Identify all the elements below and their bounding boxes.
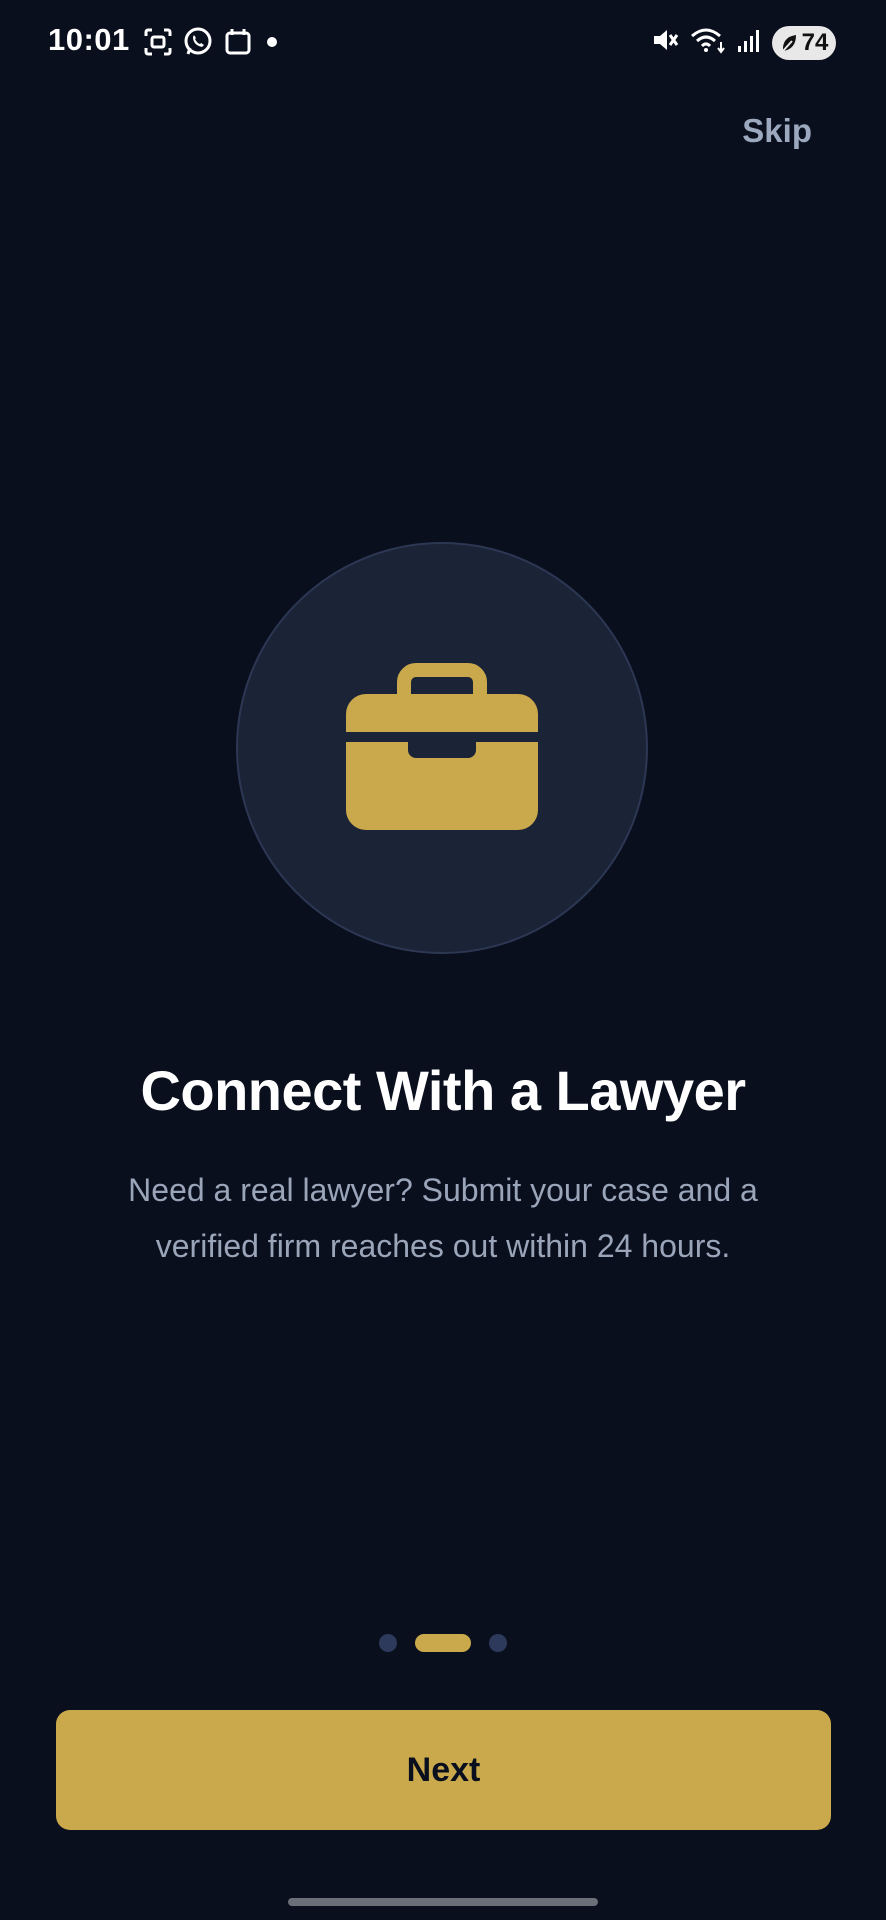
onboarding-screen: 10:01 74 Skip Connect With a Lawyer Need…	[0, 0, 886, 1920]
home-indicator[interactable]	[288, 1898, 598, 1906]
battery-level: 74	[801, 28, 829, 56]
calendar-icon	[222, 26, 254, 58]
hero-circle	[236, 542, 648, 954]
page-title: Connect With a Lawyer	[140, 1059, 746, 1122]
status-left-icons	[142, 26, 282, 58]
page-description: Need a real lawyer? Submit your case and…	[128, 1172, 758, 1264]
whatsapp-icon	[182, 26, 214, 58]
wifi-icon	[690, 24, 726, 61]
skip-button[interactable]: Skip	[742, 112, 812, 150]
briefcase-icon	[346, 662, 538, 835]
status-bar: 10:01 74	[0, 0, 886, 84]
status-right-icons: 74	[650, 24, 836, 61]
next-button[interactable]: Next	[56, 1710, 831, 1830]
mute-icon	[650, 24, 680, 61]
pager-dot-1[interactable]	[379, 1634, 397, 1652]
status-time: 10:01	[48, 22, 130, 57]
screenshot-icon	[142, 26, 174, 58]
signal-icon	[736, 24, 762, 61]
pager-dot-2-active[interactable]	[415, 1634, 471, 1652]
battery-icon: 74	[772, 25, 836, 60]
pager-dot-3[interactable]	[489, 1634, 507, 1652]
leaf-icon	[781, 34, 796, 52]
dot-icon	[262, 26, 282, 58]
pager-dots	[0, 1634, 886, 1652]
